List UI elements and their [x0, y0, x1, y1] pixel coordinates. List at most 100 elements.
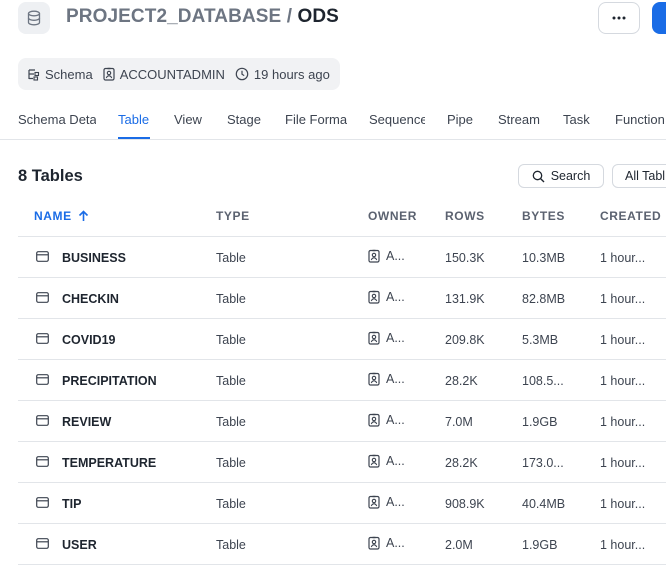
- table-owner: A...: [368, 372, 405, 386]
- more-actions-button[interactable]: [598, 2, 640, 34]
- column-header-rows[interactable]: ROWS: [445, 209, 485, 223]
- user-badge-icon: [368, 331, 380, 345]
- table-owner: A...: [368, 331, 405, 345]
- table-owner-label: A...: [386, 495, 405, 509]
- schema-meta: Schema ACCOUNTADMIN 19 hours ago: [18, 58, 340, 90]
- table-name[interactable]: TEMPERATURE: [62, 456, 156, 470]
- table-owner-label: A...: [386, 372, 405, 386]
- tab-schema-details[interactable]: Schema Deta: [18, 112, 96, 132]
- table-name[interactable]: TIP: [62, 497, 81, 511]
- table-type: Table: [216, 538, 246, 552]
- column-header-created[interactable]: CREATED: [600, 209, 661, 223]
- table-name[interactable]: USER: [62, 538, 97, 552]
- table-row[interactable]: COVID19 Table A... 209.8K 5.3MB 1 hour...: [18, 319, 666, 360]
- tab-stream[interactable]: Stream: [498, 112, 540, 132]
- table-icon: [36, 333, 49, 344]
- table-created: 1 hour...: [600, 292, 646, 306]
- table-row[interactable]: TEMPERATURE Table A... 28.2K 173.0... 1 hour.…: [18, 442, 666, 483]
- table-icon: [36, 415, 49, 426]
- table-rows: 131.9K: [445, 292, 485, 306]
- table-name[interactable]: PRECIPITATION: [62, 374, 157, 388]
- table-owner-label: A...: [386, 249, 405, 263]
- table-owner-label: A...: [386, 536, 405, 550]
- table-name[interactable]: BUSINESS: [62, 251, 126, 265]
- meta-kind: Schema: [27, 67, 93, 82]
- tab-task[interactable]: Task: [563, 112, 590, 132]
- user-badge-icon: [368, 372, 380, 386]
- column-header-owner[interactable]: OWNER: [368, 209, 417, 223]
- table-created: 1 hour...: [600, 497, 646, 511]
- table-type: Table: [216, 415, 246, 429]
- column-header-name-label: NAME: [34, 209, 72, 223]
- table-type: Table: [216, 374, 246, 388]
- table-owner: A...: [368, 413, 405, 427]
- table-bytes: 82.8MB: [522, 292, 566, 306]
- table-owner-label: A...: [386, 331, 405, 345]
- table-owner: A...: [368, 536, 405, 550]
- meta-owner: ACCOUNTADMIN: [103, 67, 225, 82]
- table-icon: [36, 292, 49, 303]
- search-button-label: Search: [550, 169, 591, 183]
- tab-sequence[interactable]: Sequence: [369, 112, 425, 132]
- page-title: PROJECT2_DATABASE / ODS: [66, 6, 339, 28]
- column-header-type[interactable]: TYPE: [216, 209, 250, 223]
- table-icon: [36, 497, 49, 508]
- table-row[interactable]: CHECKIN Table A... 131.9K 82.8MB 1 hour...: [18, 278, 666, 319]
- column-header-name[interactable]: NAME: [34, 209, 89, 223]
- table-rows: 2.0M: [445, 538, 473, 552]
- user-badge-icon: [368, 454, 380, 468]
- table-name[interactable]: REVIEW: [62, 415, 111, 429]
- tab-file-format[interactable]: File Forma: [285, 112, 347, 132]
- column-header-bytes[interactable]: BYTES: [522, 209, 565, 223]
- search-icon: [532, 170, 545, 182]
- table-row[interactable]: PRECIPITATION Table A... 28.2K 108.5... 1 hou…: [18, 360, 666, 401]
- table-icon: [36, 456, 49, 467]
- table-rows: 28.2K: [445, 456, 478, 470]
- meta-time: 19 hours ago: [235, 67, 330, 82]
- table-created: 1 hour...: [600, 251, 646, 265]
- table-rows: 908.9K: [445, 497, 485, 511]
- database-icon: [18, 2, 50, 34]
- tab-stage[interactable]: Stage: [227, 112, 261, 132]
- table-created: 1 hour...: [600, 374, 646, 388]
- table-row[interactable]: TIP Table A... 908.9K 40.4MB 1 hour...: [18, 483, 666, 524]
- tab-view[interactable]: View: [174, 112, 204, 132]
- table-filter-dropdown[interactable]: All Tabl: [612, 164, 666, 188]
- table-type: Table: [216, 333, 246, 347]
- create-button[interactable]: [652, 2, 666, 34]
- database-name[interactable]: PROJECT2_DATABASE: [66, 6, 281, 27]
- table-owner: A...: [368, 249, 405, 263]
- schema-name: ODS: [297, 6, 339, 27]
- table-icon: [36, 251, 49, 262]
- table-row[interactable]: USER Table A... 2.0M 1.9GB 1 hour...: [18, 524, 666, 565]
- table-count: 8 Tables: [18, 167, 83, 185]
- table-row[interactable]: BUSINESS Table A... 150.3K 10.3MB 1 hour...: [18, 237, 666, 278]
- tab-table[interactable]: Table: [118, 112, 149, 132]
- tab-pipe[interactable]: Pipe: [447, 112, 474, 132]
- user-badge-icon: [368, 249, 380, 263]
- user-badge-icon: [368, 536, 380, 550]
- tab-function[interactable]: Function: [615, 112, 666, 132]
- meta-owner-label: ACCOUNTADMIN: [119, 66, 225, 82]
- table-row[interactable]: REVIEW Table A... 7.0M 1.9GB 1 hour...: [18, 401, 666, 442]
- table-bytes: 1.9GB: [522, 415, 558, 429]
- active-tab-indicator: [118, 137, 150, 139]
- table-bytes: 10.3MB: [522, 251, 566, 265]
- meta-kind-label: Schema: [45, 66, 93, 82]
- table-name[interactable]: CHECKIN: [62, 292, 119, 306]
- table-rows: 28.2K: [445, 374, 478, 388]
- table-owner-label: A...: [386, 290, 405, 304]
- more-horizontal-icon: [612, 16, 626, 20]
- table-type: Table: [216, 292, 246, 306]
- table-owner-label: A...: [386, 454, 405, 468]
- table-name[interactable]: COVID19: [62, 333, 116, 347]
- table-bytes: 108.5...: [522, 374, 564, 388]
- table-rows: 7.0M: [445, 415, 473, 429]
- meta-time-label: 19 hours ago: [253, 66, 330, 82]
- breadcrumb-separator: /: [286, 6, 293, 27]
- user-badge-icon: [368, 413, 380, 427]
- table-icon: [36, 538, 49, 549]
- table-created: 1 hour...: [600, 415, 646, 429]
- table-rows: 150.3K: [445, 251, 485, 265]
- search-button[interactable]: Search: [518, 164, 604, 188]
